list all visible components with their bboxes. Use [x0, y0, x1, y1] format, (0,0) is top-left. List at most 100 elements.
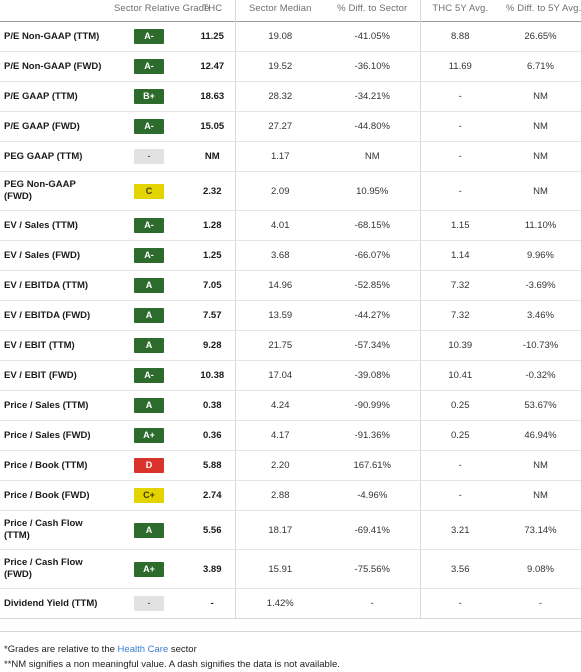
- sector-median-value: 4.24: [234, 390, 325, 421]
- thc-value: 5.56: [190, 510, 235, 550]
- thc-5y-avg-value: -: [419, 81, 500, 112]
- grade-badge: -: [134, 149, 164, 164]
- sector-median-value: 2.09: [234, 171, 325, 211]
- sector-median-value: 19.52: [234, 51, 325, 82]
- thc-value: 15.05: [190, 111, 235, 142]
- grade-cell: A+: [108, 420, 190, 451]
- thc-5y-avg-value: 3.56: [419, 549, 500, 589]
- metric-label: EV / Sales (TTM): [0, 210, 108, 241]
- diff-to-5y-avg-value: NM: [500, 111, 581, 142]
- thc-5y-avg-value: 3.21: [419, 510, 500, 550]
- sector-median-value: 15.91: [234, 549, 325, 589]
- footnote-grades: *Grades are relative to the Health Care …: [4, 642, 581, 657]
- table-row: PEG Non-GAAP (FWD) C 2.32 2.09 10.95% - NM: [0, 171, 581, 211]
- table-row: EV / EBITDA (TTM) A 7.05 14.96 -52.85% 7.32 -3…: [0, 270, 581, 301]
- sector-median-value: 21.75: [234, 330, 325, 361]
- thc-value: NM: [190, 141, 235, 172]
- diff-to-5y-avg-value: NM: [500, 81, 581, 112]
- grade-badge: A+: [134, 428, 164, 443]
- thc-value: 2.74: [190, 480, 235, 511]
- diff-to-5y-avg-value: 9.08%: [500, 549, 581, 589]
- thc-value: 10.38: [190, 360, 235, 391]
- thc-value: 11.25: [190, 21, 235, 52]
- metric-label: Price / Sales (FWD): [0, 420, 108, 451]
- grade-badge: A-: [134, 29, 164, 44]
- diff-to-sector-value: -90.99%: [325, 390, 420, 421]
- diff-to-sector-value: -75.56%: [325, 549, 420, 589]
- thc-5y-avg-value: 8.88: [419, 21, 500, 52]
- diff-to-5y-avg-value: 9.96%: [500, 240, 581, 271]
- diff-to-sector-value: NM: [325, 141, 420, 172]
- sector-median-value: 27.27: [234, 111, 325, 142]
- grade-cell: A: [108, 390, 190, 421]
- diff-to-sector-value: -41.05%: [325, 21, 420, 52]
- diff-to-sector-value: -68.15%: [325, 210, 420, 241]
- thc-5y-avg-value: 7.32: [419, 300, 500, 331]
- grade-cell: A-: [108, 360, 190, 391]
- table-row: EV / Sales (FWD) A- 1.25 3.68 -66.07% 1.14 9.9…: [0, 240, 581, 271]
- diff-to-sector-value: -52.85%: [325, 270, 420, 301]
- metric-label: EV / Sales (FWD): [0, 240, 108, 271]
- grade-badge: A: [134, 398, 164, 413]
- diff-to-sector-value: -: [325, 588, 420, 619]
- footnotes: *Grades are relative to the Health Care …: [0, 631, 581, 672]
- metric-label: P/E Non-GAAP (TTM): [0, 21, 108, 52]
- diff-to-sector-value: -69.41%: [325, 510, 420, 550]
- diff-to-5y-avg-value: -: [500, 588, 581, 619]
- health-care-sector-link[interactable]: Health Care: [118, 644, 169, 655]
- thc-5y-avg-value: 1.15: [419, 210, 500, 241]
- diff-to-sector-value: -39.08%: [325, 360, 420, 391]
- grade-cell: A+: [108, 549, 190, 589]
- grade-cell: B+: [108, 81, 190, 112]
- diff-to-5y-avg-value: NM: [500, 141, 581, 172]
- grade-badge: -: [134, 596, 164, 611]
- sector-median-value: 2.20: [234, 450, 325, 481]
- sector-median-value: 4.01: [234, 210, 325, 241]
- grade-badge: A: [134, 338, 164, 353]
- grade-cell: D: [108, 450, 190, 481]
- thc-value: 0.38: [190, 390, 235, 421]
- sector-median-value: 19.08: [234, 21, 325, 52]
- diff-to-sector-value: -91.36%: [325, 420, 420, 451]
- grade-cell: -: [108, 588, 190, 619]
- grade-badge: A-: [134, 59, 164, 74]
- column-header-diff-to-sector: % Diff. to Sector: [337, 3, 408, 14]
- table-row: Dividend Yield (TTM) - -1.42% - - -: [0, 588, 581, 619]
- grade-badge: A: [134, 308, 164, 323]
- diff-to-5y-avg-value: NM: [500, 480, 581, 511]
- diff-to-5y-avg-value: 11.10%: [500, 210, 581, 241]
- thc-value: 0.36: [190, 420, 235, 451]
- metric-label: P/E Non-GAAP (FWD): [0, 51, 108, 82]
- diff-to-5y-avg-value: NM: [500, 450, 581, 481]
- diff-to-5y-avg-value: -10.73%: [500, 330, 581, 361]
- table-row: P/E Non-GAAP (FWD) A- 12.47 19.52 -36.10% 11.…: [0, 51, 581, 82]
- table-row: Price / Book (FWD) C+ 2.74 2.88 -4.96% - NM: [0, 480, 581, 511]
- footnote-grades-prefix: *Grades are relative to the: [4, 644, 118, 655]
- sector-median-value: 13.59: [234, 300, 325, 331]
- thc-5y-avg-value: 0.25: [419, 420, 500, 451]
- thc-5y-avg-value: 10.39: [419, 330, 500, 361]
- column-header-diff-to-5y-avg: % Diff. to 5Y Avg.: [506, 3, 581, 14]
- metric-label: EV / EBITDA (FWD): [0, 300, 108, 331]
- grade-cell: A-: [108, 240, 190, 271]
- grade-badge: A-: [134, 248, 164, 263]
- diff-to-5y-avg-value: 46.94%: [500, 420, 581, 451]
- column-header-sector-median: Sector Median: [234, 0, 325, 22]
- thc-5y-avg-value: -: [419, 171, 500, 211]
- thc-value: 12.47: [190, 51, 235, 82]
- thc-value: 3.89: [190, 549, 235, 589]
- table-body: P/E Non-GAAP (TTM) A- 11.25 19.08 -41.05% 8.8…: [0, 21, 581, 619]
- grade-cell: A: [108, 510, 190, 550]
- footnote-grades-suffix: sector: [168, 644, 197, 655]
- grade-cell: A-: [108, 111, 190, 142]
- table-row: Price / Sales (FWD) A+ 0.36 4.17 -91.36% 0.25…: [0, 420, 581, 451]
- thc-value: 2.32: [190, 171, 235, 211]
- diff-to-sector-value: 167.61%: [325, 450, 420, 481]
- thc-5y-avg-value: 10.41: [419, 360, 500, 391]
- diff-to-5y-avg-value: 53.67%: [500, 390, 581, 421]
- grade-badge: B+: [134, 89, 164, 104]
- metric-label: Dividend Yield (TTM): [0, 588, 108, 619]
- table-row: EV / EBIT (FWD) A- 10.38 17.04 -39.08% 10.41-…: [0, 360, 581, 391]
- valuation-grades-widget: Sector Relative Grade THC Sector Median …: [0, 0, 581, 672]
- column-header-thc-5y-avg: THC 5Y Avg.: [419, 0, 500, 22]
